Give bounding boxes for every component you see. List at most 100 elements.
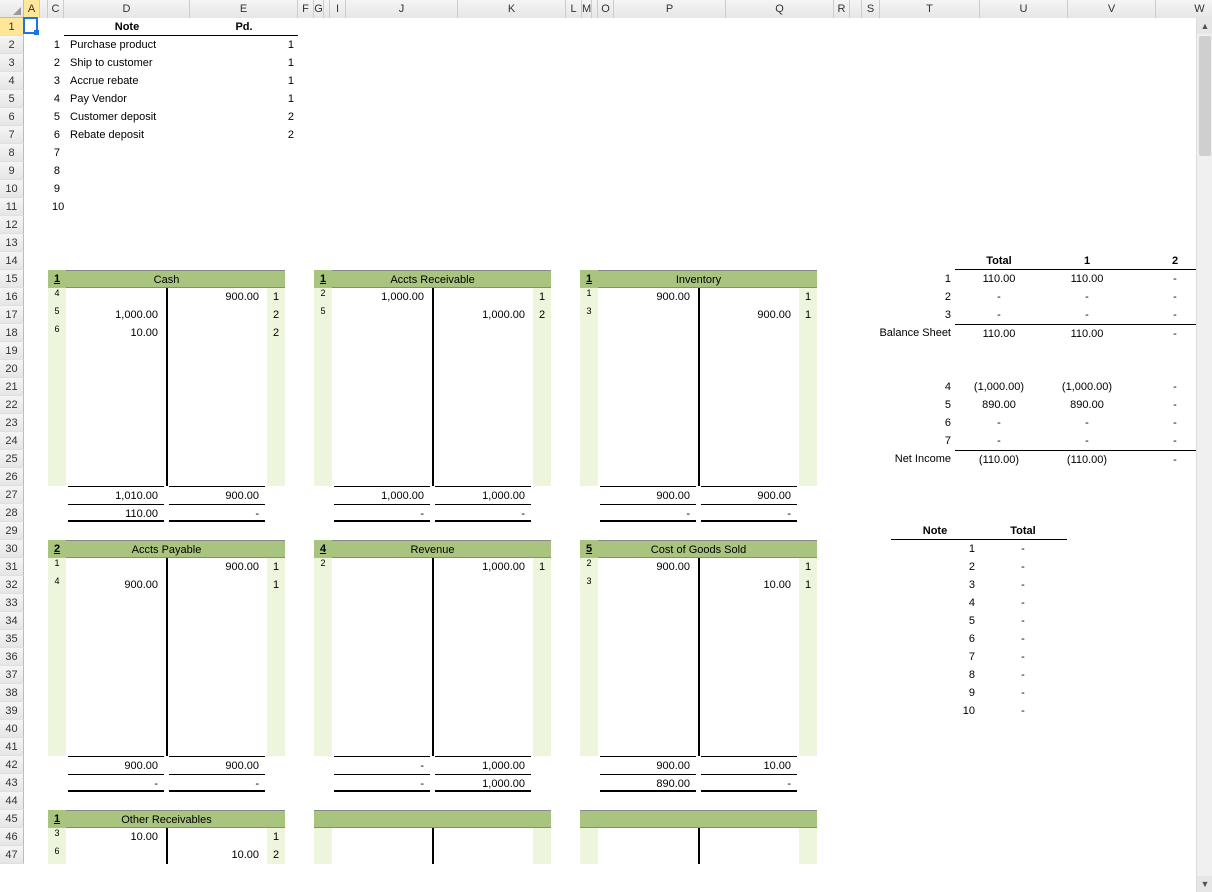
row-header-38[interactable]: 38 <box>0 684 24 702</box>
column-header-Q[interactable]: Q <box>726 0 834 18</box>
row-header-6[interactable]: 6 <box>0 108 24 126</box>
scroll-thumb[interactable] <box>1199 36 1211 156</box>
row-header-47[interactable]: 47 <box>0 846 24 864</box>
column-header-D[interactable]: D <box>64 0 190 18</box>
t-account-sum: 1,000.00 <box>435 774 531 792</box>
entry-debit <box>334 558 430 576</box>
row-header-17[interactable]: 17 <box>0 306 24 324</box>
column-header-J[interactable]: J <box>346 0 458 18</box>
t-account-sum: - <box>169 504 265 522</box>
column-header-R[interactable]: R <box>834 0 850 18</box>
row-header-15[interactable]: 15 <box>0 270 24 288</box>
column-header-W[interactable]: W <box>1156 0 1212 18</box>
row-header-44[interactable]: 44 <box>0 792 24 810</box>
column-header-I[interactable]: I <box>330 0 346 18</box>
row-header-28[interactable]: 28 <box>0 504 24 522</box>
column-header-F[interactable]: F <box>298 0 314 18</box>
column-header-U[interactable]: U <box>980 0 1068 18</box>
row-header-30[interactable]: 30 <box>0 540 24 558</box>
row-header-1[interactable]: 1 <box>0 18 24 36</box>
entry-debit: 900.00 <box>600 558 696 576</box>
summary2-value: - <box>979 702 1067 720</box>
row-header-8[interactable]: 8 <box>0 144 24 162</box>
column-header-V[interactable]: V <box>1068 0 1156 18</box>
t-account-body: 1900.0031900.001 <box>580 288 817 486</box>
row-header-21[interactable]: 21 <box>0 378 24 396</box>
entry-debit <box>68 288 164 306</box>
row-header-2[interactable]: 2 <box>0 36 24 54</box>
entry-period: 2 <box>268 324 284 342</box>
column-header-collapsed[interactable] <box>850 0 862 18</box>
summary-header: Total <box>955 252 1043 270</box>
row-header-19[interactable]: 19 <box>0 342 24 360</box>
column-header-P[interactable]: P <box>614 0 726 18</box>
column-header-M[interactable]: M <box>582 0 592 18</box>
row-header-20[interactable]: 20 <box>0 360 24 378</box>
active-cell <box>23 17 38 34</box>
row-header-29[interactable]: 29 <box>0 522 24 540</box>
row-header-3[interactable]: 3 <box>0 54 24 72</box>
entry-period: 1 <box>800 576 816 594</box>
note-number: 6 <box>48 126 64 144</box>
row-header-12[interactable]: 12 <box>0 216 24 234</box>
row-header-39[interactable]: 39 <box>0 702 24 720</box>
row-header-41[interactable]: 41 <box>0 738 24 756</box>
column-header-S[interactable]: S <box>862 0 880 18</box>
row-header-10[interactable]: 10 <box>0 180 24 198</box>
vertical-scrollbar[interactable]: ▲ ▼ <box>1196 18 1212 892</box>
row-header-9[interactable]: 9 <box>0 162 24 180</box>
row-header-43[interactable]: 43 <box>0 774 24 792</box>
row-header-37[interactable]: 37 <box>0 666 24 684</box>
summary-label: Net Income <box>867 450 955 468</box>
row-header-45[interactable]: 45 <box>0 810 24 828</box>
row-header-27[interactable]: 27 <box>0 486 24 504</box>
note-period: 1 <box>190 90 298 108</box>
row-header-31[interactable]: 31 <box>0 558 24 576</box>
entry-period: 1 <box>534 558 550 576</box>
row-header-24[interactable]: 24 <box>0 432 24 450</box>
select-all-corner[interactable] <box>0 0 24 18</box>
column-header-O[interactable]: O <box>598 0 614 18</box>
column-header-K[interactable]: K <box>458 0 566 18</box>
column-header-E[interactable]: E <box>190 0 298 18</box>
row-header-7[interactable]: 7 <box>0 126 24 144</box>
row-header-11[interactable]: 11 <box>0 198 24 216</box>
row-header-18[interactable]: 18 <box>0 324 24 342</box>
row-header-34[interactable]: 34 <box>0 612 24 630</box>
column-header-collapsed[interactable] <box>40 0 48 18</box>
row-header-36[interactable]: 36 <box>0 648 24 666</box>
t-account-title: Cost of Goods Sold <box>580 540 817 558</box>
t-account-sum: - <box>600 504 696 522</box>
scroll-up-arrow[interactable]: ▲ <box>1197 18 1212 34</box>
t-account-sum: 900.00 <box>68 756 164 774</box>
scroll-down-arrow[interactable]: ▼ <box>1197 876 1212 892</box>
column-header-G[interactable]: G <box>314 0 324 18</box>
row-header-26[interactable]: 26 <box>0 468 24 486</box>
row-header-4[interactable]: 4 <box>0 72 24 90</box>
row-header-32[interactable]: 32 <box>0 576 24 594</box>
column-header-L[interactable]: L <box>566 0 582 18</box>
row-header-14[interactable]: 14 <box>0 252 24 270</box>
row-header-5[interactable]: 5 <box>0 90 24 108</box>
row-header-13[interactable]: 13 <box>0 234 24 252</box>
column-header-A[interactable]: A <box>24 0 40 18</box>
grid-area[interactable]: Note Pd. 1Purchase product12Ship to cust… <box>24 18 1212 892</box>
row-header-22[interactable]: 22 <box>0 396 24 414</box>
t-account-sum: 1,000.00 <box>435 756 531 774</box>
row-header-25[interactable]: 25 <box>0 450 24 468</box>
row-header-23[interactable]: 23 <box>0 414 24 432</box>
row-header-40[interactable]: 40 <box>0 720 24 738</box>
row-header-16[interactable]: 16 <box>0 288 24 306</box>
summary-value: - <box>1043 306 1131 324</box>
t-account-sum: 900.00 <box>701 486 797 504</box>
row-header-35[interactable]: 35 <box>0 630 24 648</box>
entry-note: 1 <box>49 558 65 576</box>
column-header-C[interactable]: C <box>48 0 64 18</box>
row-header-42[interactable]: 42 <box>0 756 24 774</box>
row-header-33[interactable]: 33 <box>0 594 24 612</box>
t-account <box>580 810 817 864</box>
t-account-title: Accts Payable <box>48 540 285 558</box>
row-header-46[interactable]: 46 <box>0 828 24 846</box>
column-header-T[interactable]: T <box>880 0 980 18</box>
t-account-title: Revenue <box>314 540 551 558</box>
